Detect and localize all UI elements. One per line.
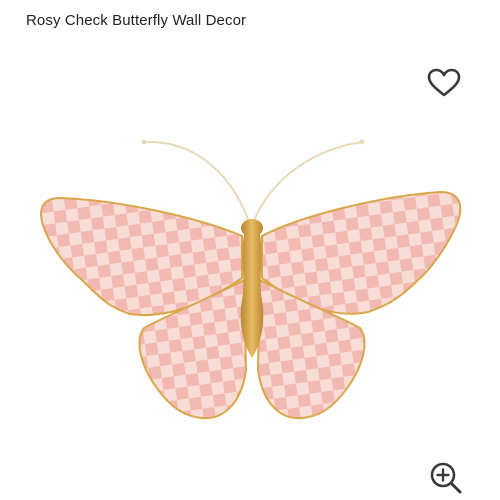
zoom-in-icon xyxy=(430,462,462,494)
wishlist-button[interactable] xyxy=(426,66,462,100)
zoom-button[interactable] xyxy=(428,460,464,496)
product-title: Rosy Check Butterfly Wall Decor xyxy=(26,12,247,29)
butterfly-body xyxy=(240,234,264,358)
heart-outline-icon xyxy=(427,68,461,97)
butterfly-product-image[interactable] xyxy=(30,130,470,430)
